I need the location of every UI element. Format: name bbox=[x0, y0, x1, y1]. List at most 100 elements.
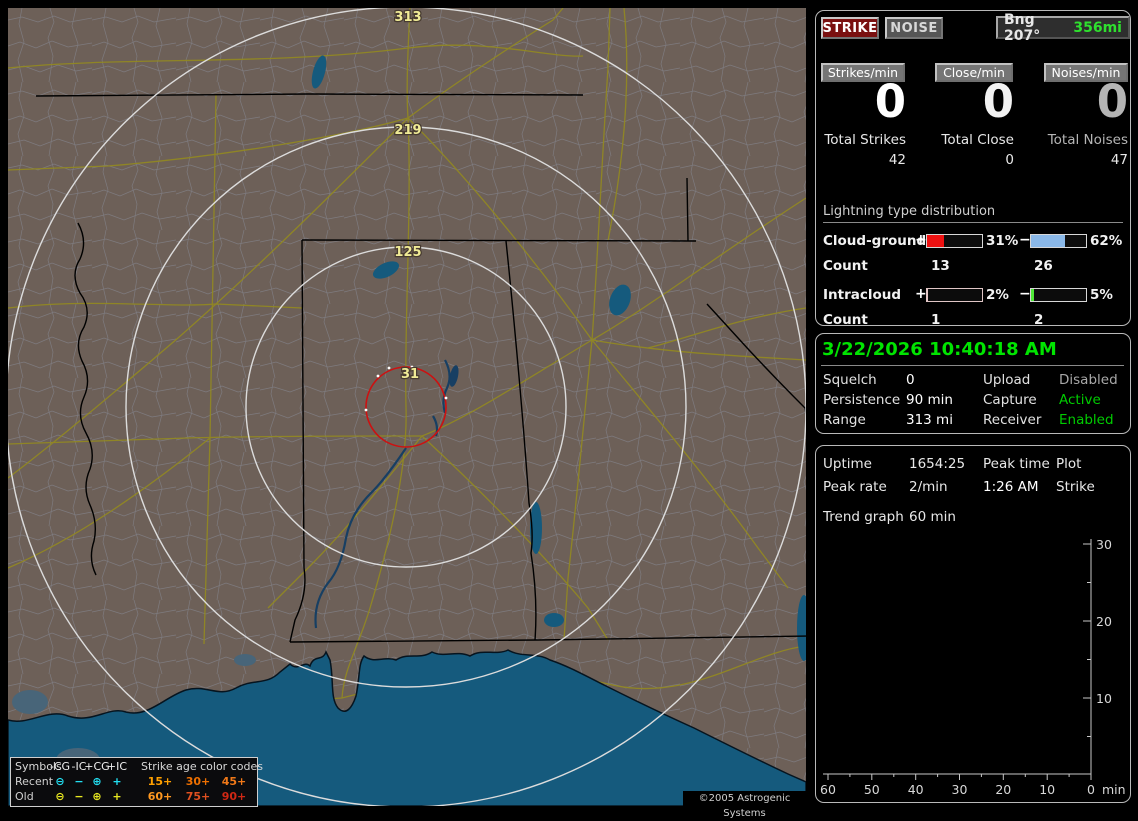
trend-graph-label: Trend graph bbox=[823, 509, 904, 525]
intracloud-label: Intracloud bbox=[823, 287, 902, 303]
persistence-value: 90 min bbox=[906, 392, 953, 408]
plus-sign: + bbox=[915, 232, 927, 248]
peak-time-value: 1:26 AM bbox=[983, 479, 1039, 495]
trend-graph-chart: 30 20 10 60 50 40 30 20 10 0 min bbox=[820, 537, 1126, 797]
capture-label: Capture bbox=[983, 392, 1037, 408]
cg-negative-bar bbox=[1030, 234, 1087, 248]
cloud-ground-label: Cloud-ground bbox=[823, 233, 927, 249]
copyright-bar: ©2005 Astrogenic Systems bbox=[683, 791, 806, 819]
coastal-lake bbox=[12, 690, 48, 714]
ic-count-label: Count bbox=[823, 312, 868, 328]
trend-axes bbox=[823, 539, 1092, 780]
age-code-15: 15+ bbox=[147, 775, 173, 788]
capture-status: Active bbox=[1059, 392, 1101, 408]
cg-positive-bar bbox=[926, 234, 983, 248]
cg-positive-pct: 31% bbox=[986, 233, 1019, 249]
settings-row: Persistence 90 min Capture Active bbox=[816, 392, 1130, 412]
datetime-display: 3/22/2026 10:40:18 AM bbox=[822, 339, 1057, 360]
uptime-label: Uptime bbox=[823, 456, 872, 472]
plus-sign: + bbox=[915, 286, 927, 302]
x-tick-10: 10 bbox=[1039, 782, 1055, 797]
ring-label-125: 125 bbox=[394, 245, 421, 260]
bearing-distance: 356mi bbox=[1073, 19, 1122, 36]
cg-negative-count: 26 bbox=[1034, 258, 1053, 274]
ic-positive-fill bbox=[927, 289, 929, 301]
x-tick-0: 0 bbox=[1087, 782, 1095, 797]
lake bbox=[544, 613, 564, 627]
age-code-30: 30+ bbox=[185, 775, 211, 788]
upload-status: Disabled bbox=[1059, 372, 1118, 388]
squelch-label: Squelch bbox=[823, 372, 877, 388]
total-strikes-label: Total Strikes bbox=[824, 132, 906, 148]
strike-counter-panel: STRIKE NOISE Bng 207° 356mi Strikes/min … bbox=[815, 10, 1131, 328]
x-tick-30: 30 bbox=[952, 782, 968, 797]
distribution-title: Lightning type distribution bbox=[823, 204, 1123, 223]
strike-mode-button[interactable]: STRIKE bbox=[821, 17, 879, 39]
legend-col-pos-ic: +IC bbox=[106, 760, 128, 773]
peak-rate-row: Peak rate 2/min 1:26 AM Strike bbox=[816, 479, 1130, 499]
ic-negative-bar bbox=[1030, 288, 1087, 302]
total-noises-label: Total Noises bbox=[1047, 132, 1128, 148]
y-tick-10: 10 bbox=[1096, 691, 1112, 706]
old-pos-ic-icon: + bbox=[112, 790, 122, 803]
plot-value: Strike bbox=[1056, 479, 1095, 495]
uptime-row: Uptime 1654:25 Peak time Plot bbox=[816, 456, 1130, 476]
nexstorm-window: { "map": { "ring_labels": ["313", "219",… bbox=[0, 0, 1138, 819]
bearing-display: Bng 207° 356mi bbox=[996, 12, 1130, 44]
ring-label-31: 31 bbox=[401, 367, 419, 382]
ring-label-219: 219 bbox=[394, 123, 421, 138]
legend-age-header: Strike age color codes bbox=[141, 760, 263, 773]
strikes-per-min-value: 0 bbox=[874, 75, 906, 128]
coastal-lake bbox=[234, 654, 256, 666]
legend-old-row: Old ⊖ − ⊕ + 60+ 75+ 90+ bbox=[11, 789, 257, 805]
uptime-value: 1654:25 bbox=[909, 456, 966, 472]
y-tick-20: 20 bbox=[1096, 614, 1112, 629]
persistence-label: Persistence bbox=[823, 392, 901, 408]
peak-rate-value: 2/min bbox=[909, 479, 948, 495]
cg-positive-fill bbox=[927, 235, 945, 247]
ic-negative-pct: 5% bbox=[1090, 287, 1113, 303]
ic-negative-count: 2 bbox=[1034, 312, 1044, 328]
divider bbox=[821, 365, 1124, 366]
upload-label: Upload bbox=[983, 372, 1031, 388]
ic-positive-bar bbox=[926, 288, 983, 302]
x-tick-60: 60 bbox=[820, 782, 836, 797]
close-per-min-value: 0 bbox=[982, 75, 1014, 128]
noise-mode-button[interactable]: NOISE bbox=[885, 17, 943, 39]
trend-graph-row: Trend graph 60 min bbox=[816, 509, 1130, 529]
age-code-60: 60+ bbox=[147, 790, 173, 803]
cg-negative-fill bbox=[1031, 235, 1066, 247]
recent-pos-ic-icon: + bbox=[112, 775, 122, 788]
ring-label-313: 313 bbox=[394, 10, 421, 25]
cg-negative-pct: 62% bbox=[1090, 233, 1123, 249]
radar-map[interactable]: 313 219 125 31 bbox=[8, 8, 806, 806]
minus-sign: − bbox=[1019, 286, 1031, 302]
settings-row: Range 313 mi Receiver Enabled bbox=[816, 412, 1130, 432]
ic-negative-fill bbox=[1031, 289, 1034, 301]
ic-positive-pct: 2% bbox=[986, 287, 1009, 303]
legend-recent-row: Recent ⊖ − ⊕ + 15+ 30+ 45+ bbox=[11, 774, 257, 790]
x-tick-20: 20 bbox=[995, 782, 1011, 797]
bearing-value: Bng 207° bbox=[1004, 11, 1041, 44]
map-legend: Symbols -CG -IC +CG +IC Strike age color… bbox=[10, 757, 263, 807]
legend-header-row: Symbols -CG -IC +CG +IC Strike age color… bbox=[11, 759, 263, 775]
trend-graph-value: 60 min bbox=[909, 509, 956, 525]
receiver-status: Enabled bbox=[1059, 412, 1114, 428]
x-tick-40: 40 bbox=[908, 782, 924, 797]
total-close-value: 0 bbox=[1005, 152, 1014, 168]
trend-axis-labels: 30 20 10 60 50 40 30 20 10 0 min bbox=[820, 537, 1126, 797]
age-code-45: 45+ bbox=[221, 775, 247, 788]
x-unit-label: min bbox=[1102, 782, 1126, 797]
x-tick-50: 50 bbox=[864, 782, 880, 797]
range-value: 313 mi bbox=[906, 412, 953, 428]
total-close-label: Total Close bbox=[941, 132, 1014, 148]
age-code-75: 75+ bbox=[185, 790, 211, 803]
status-panel: 3/22/2026 10:40:18 AM Squelch 0 Upload D… bbox=[815, 333, 1131, 434]
squelch-value: 0 bbox=[906, 372, 915, 388]
noises-per-min-value: 0 bbox=[1096, 75, 1128, 128]
settings-row: Squelch 0 Upload Disabled bbox=[816, 372, 1130, 392]
map-canvas: 313 219 125 31 bbox=[8, 8, 806, 806]
peak-time-label: Peak time bbox=[983, 456, 1050, 472]
plot-label: Plot bbox=[1056, 456, 1082, 472]
receiver-label: Receiver bbox=[983, 412, 1042, 428]
